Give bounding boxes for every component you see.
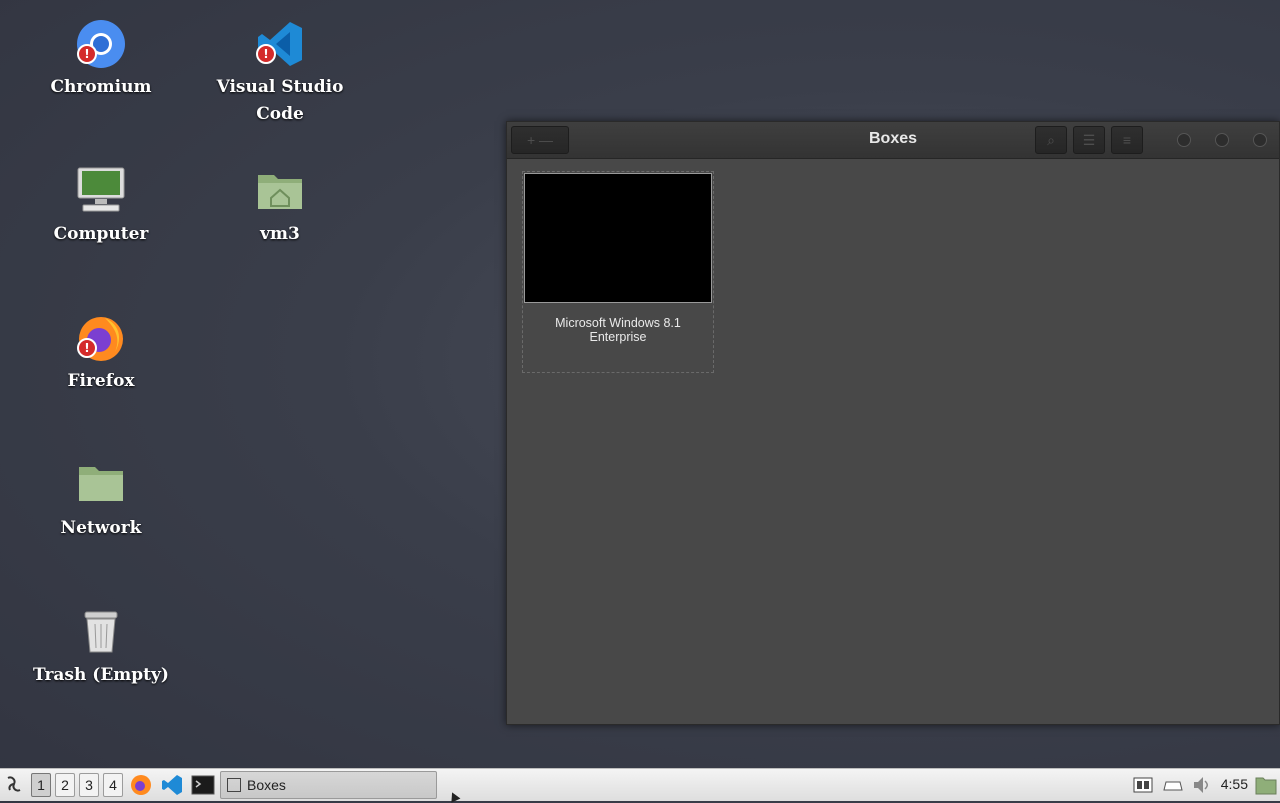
launcher-terminal[interactable] (191, 772, 215, 798)
desktop-icon-label: vm3 (260, 224, 300, 244)
workspace-2[interactable]: 2 (55, 773, 75, 797)
vm-card[interactable]: Microsoft Windows 8.1 Enterprise (522, 171, 714, 373)
clock[interactable]: 4:55 (1221, 776, 1248, 792)
task-label: Boxes (247, 777, 286, 793)
desktop-icon-vm3[interactable]: vm3 (205, 165, 355, 248)
desktop-icon-label: Chromium (50, 77, 152, 97)
firefox-icon: ! (75, 312, 127, 364)
network-folder-icon (75, 459, 127, 511)
desktop-icon-computer[interactable]: Computer (26, 165, 176, 248)
vscode-icon: ! (254, 18, 306, 70)
workspace-3[interactable]: 3 (79, 773, 99, 797)
vm-thumbnail[interactable] (524, 173, 712, 303)
desktop-icon-firefox[interactable]: ! Firefox (26, 312, 176, 395)
view-list-button[interactable]: ≡ (1111, 126, 1143, 154)
app-menu-button[interactable] (2, 772, 26, 798)
network-icon (1163, 781, 1183, 791)
window-title: Boxes (868, 130, 918, 147)
workspace-1[interactable]: 1 (31, 773, 51, 797)
desktop-icon-label: Computer (53, 224, 149, 244)
search-icon: ⌕ (1047, 132, 1055, 148)
network-indicator[interactable] (1161, 772, 1185, 798)
home-folder-icon (254, 165, 306, 217)
launcher-vscode[interactable] (160, 772, 184, 798)
menu-logo-icon (7, 776, 21, 792)
vm-name: Microsoft Windows 8.1 Enterprise (555, 316, 681, 344)
trash-icon (75, 606, 127, 658)
list-view-icon: ≡ (1122, 132, 1132, 148)
terminal-icon (191, 775, 215, 795)
minimize-button[interactable] (1177, 133, 1191, 147)
folder-icon (1255, 777, 1277, 795)
show-desktop-button[interactable] (1254, 772, 1278, 798)
desktop-icon-label: Visual Studio Code (216, 77, 344, 124)
desktop-icon-label: Trash (Empty) (33, 665, 169, 685)
computer-icon (75, 165, 127, 217)
workspace-4[interactable]: 4 (103, 773, 123, 797)
desktop-icon-chromium[interactable]: ! Chromium (26, 18, 176, 101)
taskbar: 1 2 3 4 Boxes 4:55 (0, 768, 1280, 801)
maximize-button[interactable] (1215, 133, 1229, 147)
desktop-icon-label: Network (60, 518, 142, 538)
keyboard-layout-indicator[interactable] (1132, 772, 1154, 798)
checklist-icon: ☰ (1082, 132, 1096, 148)
task-button-boxes[interactable]: Boxes (220, 771, 437, 799)
close-button[interactable] (1253, 133, 1267, 147)
launcher-firefox[interactable] (129, 772, 153, 798)
vscode-icon (162, 775, 182, 795)
search-button[interactable]: ⌕ (1035, 126, 1067, 154)
warning-badge-icon: ! (77, 338, 97, 358)
desktop-icon-trash[interactable]: Trash (Empty) (26, 606, 176, 689)
volume-icon (1194, 777, 1208, 793)
desktop-icon-network[interactable]: Network (26, 459, 176, 542)
boxes-collection-view: Microsoft Windows 8.1 Enterprise (510, 159, 1276, 721)
warning-badge-icon: ! (256, 44, 276, 64)
selection-mode-button[interactable]: ☰ (1073, 126, 1105, 154)
firefox-icon (131, 775, 151, 795)
keyboard-icon (1133, 777, 1153, 793)
desktop-icon-label: Firefox (67, 371, 135, 391)
boxes-window[interactable]: + — Boxes ⌕ ☰ ≡ Microsoft Windows 8.1 En… (506, 121, 1280, 725)
boxes-app-icon (227, 778, 241, 792)
chromium-icon: ! (75, 18, 127, 70)
desktop-icon-vscode[interactable]: ! Visual Studio Code (205, 18, 355, 128)
warning-badge-icon: ! (77, 44, 97, 64)
volume-indicator[interactable] (1191, 772, 1211, 798)
window-titlebar[interactable]: + — Boxes ⌕ ☰ ≡ (507, 122, 1279, 159)
